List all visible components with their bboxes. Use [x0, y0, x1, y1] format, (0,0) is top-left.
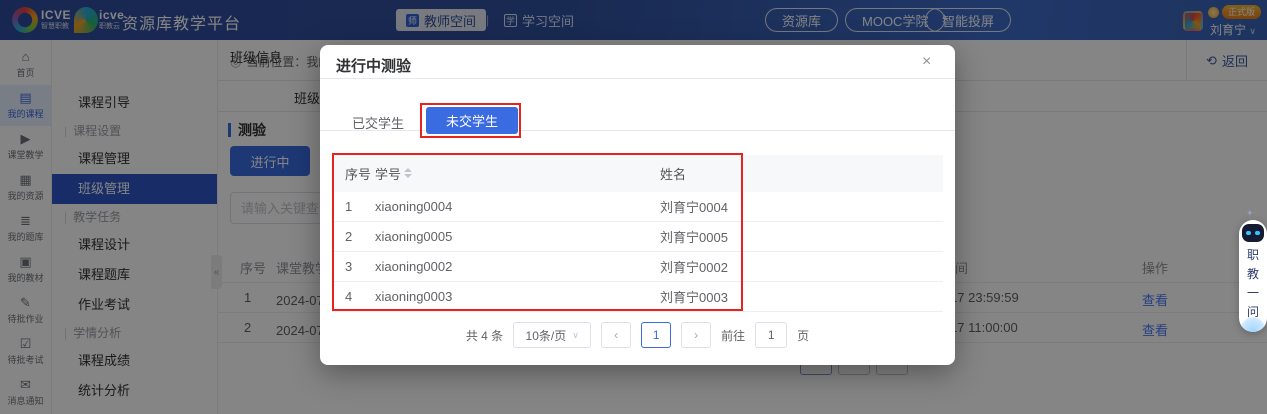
- student-row: 4 xiaoning0003 刘育宁0003: [332, 282, 943, 312]
- dialog-title: 进行中测验: [336, 55, 411, 76]
- next-page-button[interactable]: ›: [681, 322, 711, 348]
- page-size-select[interactable]: 10条/页 ∨: [513, 322, 591, 348]
- col-header-no: 序号: [345, 164, 375, 183]
- total-count: 共 4 条: [466, 327, 503, 344]
- dialog-title-divider: [320, 78, 955, 79]
- dialog-tabs-divider: [320, 130, 955, 131]
- sparkle-icon: ✦: [1246, 208, 1254, 219]
- assistant-label: 职 教 一 问: [1239, 246, 1267, 320]
- pagination: 共 4 条 10条/页 ∨ ‹ 1 › 前往 页: [320, 321, 955, 349]
- student-table-header: 序号 学号 姓名: [332, 155, 943, 192]
- student-row: 2 xiaoning0005 刘育宁0005: [332, 222, 943, 252]
- col-header-name: 姓名: [660, 164, 943, 183]
- goto-label: 前往: [721, 327, 745, 344]
- col-header-student-id[interactable]: 学号: [375, 164, 660, 183]
- tab-unsubmitted-students[interactable]: 未交学生: [426, 107, 518, 134]
- current-page-button[interactable]: 1: [641, 322, 671, 348]
- assistant-pill[interactable]: 职 教 一 问: [1239, 220, 1267, 332]
- goto-page-input[interactable]: [755, 322, 787, 348]
- close-icon[interactable]: ×: [922, 53, 931, 71]
- goto-unit: 页: [797, 327, 809, 344]
- student-row: 3 xiaoning0002 刘育宁0002: [332, 252, 943, 282]
- assistant-widget[interactable]: ✦ 职 教 一 问: [1238, 208, 1267, 334]
- in-progress-test-dialog: 进行中测验 × 已交学生 未交学生 序号 学号 姓名 1 xiaoning000…: [320, 45, 955, 365]
- chevron-down-icon: ∨: [572, 330, 579, 341]
- app-window: ICVE 智慧职教 icve 职教云 资源库教学平台 师 教师空间 | 学 学习…: [0, 0, 1267, 414]
- robot-face-icon: [1242, 224, 1264, 242]
- prev-page-button[interactable]: ‹: [601, 322, 631, 348]
- wave-decoration: [1239, 316, 1267, 332]
- sort-icon[interactable]: [404, 168, 412, 178]
- student-row: 1 xiaoning0004 刘育宁0004: [332, 192, 943, 222]
